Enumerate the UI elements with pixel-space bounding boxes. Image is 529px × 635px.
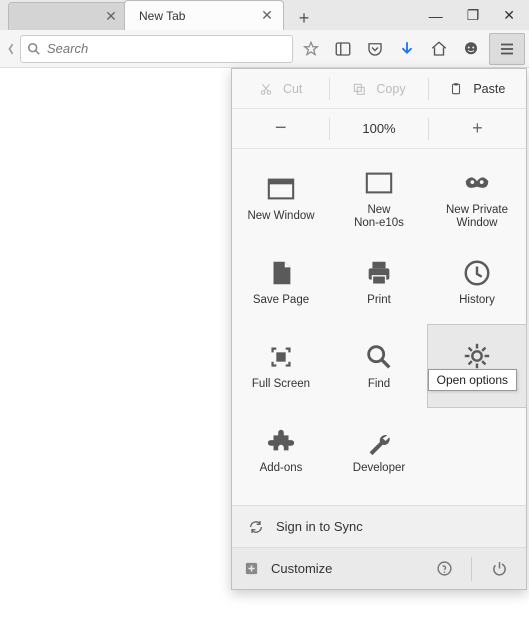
chat-icon[interactable] [455, 33, 487, 65]
tab-inactive[interactable]: ✕ [8, 2, 128, 30]
plus-icon[interactable] [244, 561, 259, 576]
new-non-e10s-button[interactable]: New Non-e10s [330, 157, 428, 241]
sidebar-icon[interactable] [327, 33, 359, 65]
search-icon [27, 42, 41, 56]
home-icon[interactable] [423, 33, 455, 65]
titlebar: ✕ New Tab ✕ + — ❐ ✕ [0, 0, 529, 30]
print-button[interactable]: Print [330, 241, 428, 325]
tooltip: Open options [428, 369, 517, 391]
full-screen-button[interactable]: Full Screen [232, 325, 330, 409]
customize-label[interactable]: Customize [271, 561, 332, 576]
label: History [459, 294, 495, 307]
paste-label: Paste [473, 82, 505, 96]
window-close-button[interactable]: ✕ [503, 7, 515, 24]
label: Find [368, 378, 390, 391]
toolbar-icons [295, 33, 525, 65]
bookmark-star-icon[interactable] [295, 33, 327, 65]
new-window-button[interactable]: New Window [232, 157, 330, 241]
customize-row: Customize [232, 547, 526, 589]
tab-strip: ✕ New Tab ✕ + [0, 0, 429, 30]
label: Full Screen [252, 378, 310, 391]
label: Developer [353, 462, 405, 475]
zoom-row: − 100% + [232, 109, 526, 149]
zoom-out-button[interactable]: − [232, 109, 329, 148]
menu-grid: New Window New Non-e10s New Private Wind… [232, 149, 526, 505]
label: New Non-e10s [354, 204, 404, 230]
downloads-icon[interactable] [391, 33, 423, 65]
close-icon[interactable]: ✕ [259, 7, 275, 24]
label: Print [367, 294, 391, 307]
tab-active[interactable]: New Tab ✕ [124, 0, 284, 30]
developer-button[interactable]: Developer [330, 409, 428, 493]
copy-label: Copy [376, 82, 405, 96]
pocket-icon[interactable] [359, 33, 391, 65]
label: New Window [247, 210, 314, 223]
options-button[interactable]: Options [427, 324, 527, 408]
history-button[interactable]: History [428, 241, 526, 325]
minimize-button[interactable]: — [429, 8, 443, 24]
zoom-level[interactable]: 100% [330, 109, 427, 148]
sign-in-sync-button[interactable]: Sign in to Sync [232, 505, 526, 547]
sync-icon [248, 519, 264, 535]
paste-button[interactable]: Paste [429, 69, 526, 108]
sync-label: Sign in to Sync [276, 519, 363, 534]
search-input[interactable] [47, 41, 286, 56]
maximize-button[interactable]: ❐ [467, 7, 480, 24]
tab-title: New Tab [133, 9, 259, 23]
menu-button[interactable] [489, 33, 525, 65]
menu-panel: Cut Copy Paste − 100% + New Window New N… [231, 68, 527, 590]
cut-button[interactable]: Cut [232, 69, 329, 108]
close-icon[interactable]: ✕ [103, 8, 119, 25]
toolbar [0, 30, 529, 68]
label: Save Page [253, 294, 309, 307]
zoom-in-button[interactable]: + [429, 109, 526, 148]
label: Add-ons [260, 462, 303, 475]
power-button[interactable] [484, 560, 514, 577]
save-page-button[interactable]: Save Page [232, 241, 330, 325]
addons-button[interactable]: Add-ons [232, 409, 330, 493]
copy-button[interactable]: Copy [330, 69, 427, 108]
new-tab-button[interactable]: + [290, 6, 318, 30]
search-bar[interactable] [20, 35, 293, 63]
window-controls: — ❐ ✕ [429, 7, 529, 30]
label: New Private Window [446, 204, 508, 230]
new-private-window-button[interactable]: New Private Window [428, 157, 526, 241]
cut-label: Cut [283, 82, 302, 96]
help-button[interactable] [429, 560, 459, 577]
find-button[interactable]: Find [330, 325, 428, 409]
back-button[interactable] [4, 33, 18, 65]
edit-row: Cut Copy Paste [232, 69, 526, 109]
